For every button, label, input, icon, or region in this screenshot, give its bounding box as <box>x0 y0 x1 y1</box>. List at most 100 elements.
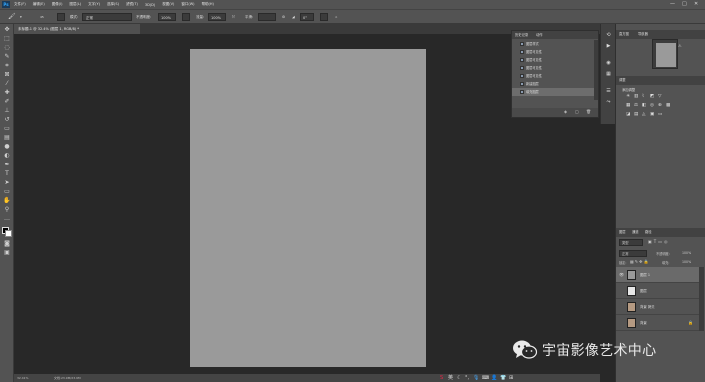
document-canvas[interactable] <box>190 49 426 367</box>
brush-size-value[interactable]: 45 <box>40 13 44 21</box>
mode-select[interactable]: 正常 <box>82 13 132 21</box>
close-button[interactable]: ✕ <box>694 1 698 7</box>
user-icon[interactable]: 👤 <box>491 375 497 382</box>
crop-tool-icon[interactable]: ⌗ <box>3 62 11 70</box>
frame-tool-icon[interactable]: ⊠ <box>3 71 11 79</box>
history-scrollbar[interactable] <box>594 40 598 100</box>
black-white-icon[interactable]: ◧ <box>642 103 646 108</box>
opacity-input[interactable]: 100% <box>158 13 176 21</box>
shape-tool-icon[interactable]: ▭ <box>3 188 11 196</box>
tab-actions[interactable]: 动作 <box>536 31 543 39</box>
menu-layer[interactable]: 图层(L) <box>69 2 81 7</box>
actions-panel-icon[interactable]: ▶ <box>605 43 612 50</box>
gradient-map-icon[interactable]: ▭ <box>658 112 662 117</box>
layer-row-selected[interactable]: 👁 图层 1 <box>616 267 699 283</box>
history-item[interactable]: 图层可见性 <box>512 48 598 56</box>
tab-history[interactable]: 历史记录 <box>515 31 528 39</box>
zoom-tool-icon[interactable]: ⚲ <box>3 206 11 214</box>
history-item[interactable]: 图层可见性 <box>512 56 598 64</box>
channel-mixer-icon[interactable]: ⊕ <box>658 103 662 108</box>
blend-mode-select[interactable]: 正常 <box>619 250 647 257</box>
layer-row[interactable]: 背景 🔒 <box>616 315 699 331</box>
selective-color-icon[interactable]: ▣ <box>650 112 654 117</box>
brush-panel-toggle-icon[interactable] <box>57 13 65 21</box>
exposure-icon[interactable]: ◩ <box>650 94 654 99</box>
lasso-tool-icon[interactable]: ◌ <box>3 44 11 52</box>
menu-help[interactable]: 帮助(H) <box>202 2 214 7</box>
quick-mask-icon[interactable]: ◙ <box>3 240 11 248</box>
moon-icon[interactable]: ☾ <box>457 375 461 382</box>
fill-value[interactable]: 100% <box>682 260 691 264</box>
tab-histogram[interactable]: 直方图 <box>619 30 629 39</box>
properties-panel-icon[interactable]: ☰ <box>605 88 612 95</box>
threshold-icon[interactable]: ◬ <box>642 112 645 117</box>
menu-type[interactable]: 文字(Y) <box>88 2 100 7</box>
color-balance-icon[interactable]: ⚖ <box>634 103 638 108</box>
hue-saturation-icon[interactable]: ▦ <box>626 103 630 108</box>
photo-filter-icon[interactable]: ◎ <box>650 103 654 108</box>
flow-input[interactable]: 100% <box>208 13 226 21</box>
menu-edit[interactable]: 编辑(E) <box>33 2 45 7</box>
tab-layers[interactable]: 图层 <box>619 228 626 237</box>
path-select-tool-icon[interactable]: ➤ <box>3 179 11 187</box>
menu-3d[interactable]: 3D(D) <box>145 3 155 7</box>
history-item[interactable]: 图层样式 <box>512 40 598 48</box>
menu-select[interactable]: 选择(S) <box>107 2 119 7</box>
posterize-icon[interactable]: ▤ <box>634 112 638 117</box>
history-item[interactable]: 图层可见性 <box>512 64 598 72</box>
levels-icon[interactable]: ▥ <box>634 94 638 99</box>
lock-icons[interactable]: ▦✎✥🔒 <box>630 259 649 264</box>
english-mode-icon[interactable]: 英 <box>448 375 453 382</box>
screen-mode-icon[interactable]: ▣ <box>3 249 11 257</box>
navigator-preview[interactable] <box>652 39 678 69</box>
gradient-tool-icon[interactable]: ▤ <box>3 134 11 142</box>
history-panel-icon[interactable]: ⟲ <box>605 32 612 39</box>
menu-filter[interactable]: 滤镜(T) <box>126 2 138 7</box>
visibility-eye-icon[interactable]: 👁 <box>619 267 624 283</box>
dodge-tool-icon[interactable]: ◐ <box>3 152 11 160</box>
brush-tool-icon[interactable]: 🖌 <box>8 13 16 21</box>
keyboard-icon[interactable]: ⌨ <box>482 375 489 382</box>
pressure-size-icon[interactable] <box>320 13 328 21</box>
minimize-button[interactable]: — <box>670 1 675 7</box>
move-tool-icon[interactable]: ✥ <box>3 26 11 34</box>
color-lookup-icon[interactable]: ▩ <box>666 103 670 108</box>
layer-filter-icons[interactable]: ▣T▭◎ <box>648 239 670 244</box>
color-panel-icon[interactable]: ◉ <box>605 60 612 67</box>
layer-filter-select[interactable]: 类型 <box>619 239 643 246</box>
brightness-icon[interactable]: ☀ <box>626 94 630 99</box>
history-item[interactable]: 新建图层 <box>512 80 598 88</box>
swatches-panel-icon[interactable]: ▦ <box>605 71 612 78</box>
zoom-level[interactable]: 32.41% <box>17 376 28 380</box>
blur-tool-icon[interactable]: ● <box>3 143 11 151</box>
menu-image[interactable]: 图像(I) <box>52 2 63 7</box>
marquee-tool-icon[interactable]: ⬚ <box>3 35 11 43</box>
layer-row[interactable]: 图层 <box>616 283 699 299</box>
menu-window[interactable]: 窗口(W) <box>181 2 194 7</box>
layer-opacity-value[interactable]: 100% <box>682 251 691 255</box>
apps-grid-icon[interactable]: ⊞ <box>509 375 513 382</box>
quick-select-tool-icon[interactable]: ✎ <box>3 53 11 61</box>
pressure-opacity-icon[interactable] <box>182 13 190 21</box>
paths-panel-icon[interactable]: ⤳ <box>605 99 612 106</box>
vibrance-icon[interactable]: ▽ <box>658 94 661 99</box>
tab-paths[interactable]: 路径 <box>645 228 652 237</box>
settings-gear-icon[interactable]: ⚙ <box>282 13 285 21</box>
input-method-icon[interactable]: S <box>440 375 443 382</box>
curves-icon[interactable]: ⌇ <box>642 94 644 99</box>
new-doc-icon[interactable]: ▢ <box>575 109 579 114</box>
pen-tool-icon[interactable]: ✒ <box>3 161 11 169</box>
eyedropper-tool-icon[interactable]: ⁄ <box>3 80 11 88</box>
shirt-icon[interactable]: 👕 <box>500 375 506 382</box>
angle-input[interactable]: 0° <box>300 13 314 21</box>
invert-icon[interactable]: ◪ <box>626 112 630 117</box>
clone-stamp-tool-icon[interactable]: ⊥ <box>3 107 11 115</box>
menu-view[interactable]: 视图(V) <box>162 2 174 7</box>
background-color-swatch[interactable] <box>5 230 12 237</box>
brush-preset-arrow-icon[interactable]: ▾ <box>20 13 22 21</box>
history-item[interactable]: 图层可见性 <box>512 72 598 80</box>
hand-tool-icon[interactable]: ✋ <box>3 197 11 205</box>
more-tools-icon[interactable]: … <box>3 215 11 223</box>
trash-icon[interactable]: 🗑 <box>586 109 591 114</box>
tab-adjustments[interactable]: 调整 <box>619 76 626 85</box>
